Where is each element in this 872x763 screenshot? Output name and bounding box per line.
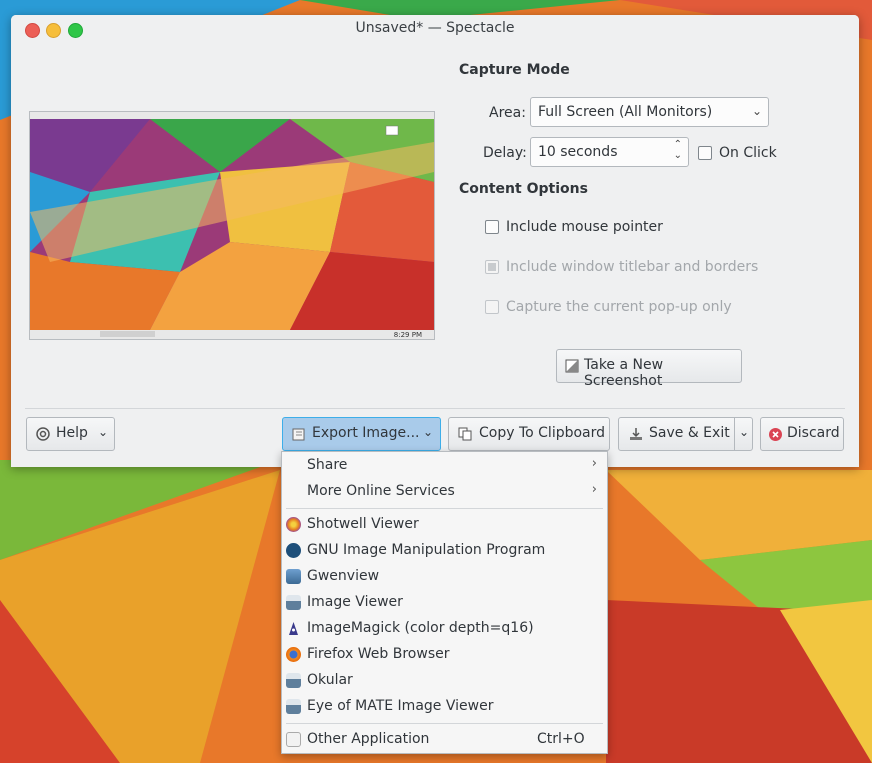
take-new-screenshot-button[interactable]: Take a New Screenshot [556,349,742,389]
save-icon [630,428,642,440]
menu-item-eye-of-mate[interactable]: Eye of MATE Image Viewer [282,694,607,720]
help-icon [36,427,50,441]
include-mouse-pointer-checkbox[interactable] [485,220,499,234]
delay-label: Delay: [483,145,527,161]
export-icon [292,428,305,441]
menu-item-other-application[interactable]: Other Application Ctrl+O [282,727,607,753]
chevron-down-icon: ⌄ [751,104,762,118]
window-title: Unsaved* — Spectacle [355,20,515,36]
chevron-down-icon: ⌄ [98,425,109,439]
menu-item-label: Firefox Web Browser [307,646,450,662]
delay-value: 10 seconds [538,144,618,160]
area-label: Area: [489,105,526,121]
discard-icon [769,428,782,441]
firefox-icon [286,647,301,662]
gimp-icon [286,543,301,558]
take-new-screenshot-label: Take a New Screenshot [584,357,664,389]
split-divider [734,418,735,450]
gwenview-icon [286,569,301,584]
export-menu: Share › More Online Services › Shotwell … [281,451,608,754]
menu-item-more-online-services[interactable]: More Online Services › [282,479,607,505]
copy-icon [458,427,472,441]
content-options-heading: Content Options [459,181,588,197]
menu-item-imagemagick[interactable]: ImageMagick (color depth=q16) [282,616,607,642]
delay-spinbox[interactable]: 10 seconds ⌃ ⌄ [530,137,689,167]
menu-separator [286,723,603,724]
menu-item-label: ImageMagick (color depth=q16) [307,620,534,636]
shotwell-icon [286,517,301,532]
divider [25,408,845,409]
chevron-down-icon[interactable]: ⌄ [739,425,749,439]
menu-separator [286,508,603,509]
include-titlebar-label: Include window titlebar and borders [506,259,759,275]
on-click-checkbox[interactable] [698,146,712,160]
area-value: Full Screen (All Monitors) [538,104,713,120]
on-click-label: On Click [719,145,777,161]
spectacle-window: Unsaved* — Spectacle 8:29 PM Capture Mod… [11,15,859,467]
menu-item-firefox[interactable]: Firefox Web Browser [282,642,607,668]
copy-to-clipboard-label: Copy To Clipboard [479,425,606,441]
eye-of-mate-icon [286,699,301,714]
export-image-label: Export Image... [312,425,420,441]
screenshot-preview[interactable]: 8:29 PM [29,111,435,340]
capture-popup-only-checkbox[interactable] [485,300,499,314]
menu-item-gimp[interactable]: GNU Image Manipulation Program [282,538,607,564]
preview-clock: 8:29 PM [394,331,422,339]
screenshot-icon [565,359,579,373]
save-and-exit-label: Save & Exit [649,425,730,441]
menu-item-label: Eye of MATE Image Viewer [307,698,494,714]
menu-item-label: GNU Image Manipulation Program [307,542,546,558]
discard-button[interactable]: Discard [760,417,844,451]
discard-label: Discard [787,425,840,441]
capture-mode-heading: Capture Mode [459,62,570,78]
menu-item-shortcut: Ctrl+O [537,731,585,747]
help-button[interactable]: Help ⌄ [26,417,115,451]
menu-item-share[interactable]: Share › [282,453,607,479]
image-viewer-icon [286,595,301,610]
spin-arrows-icon[interactable]: ⌃ ⌄ [674,139,682,161]
other-application-icon [286,732,301,747]
menu-item-label: Gwenview [307,568,380,584]
menu-item-label: Image Viewer [307,594,403,610]
area-combobox[interactable]: Full Screen (All Monitors) ⌄ [530,97,769,127]
copy-to-clipboard-button[interactable]: Copy To Clipboard [448,417,610,451]
menu-item-label: Share [307,457,348,473]
include-mouse-pointer-label: Include mouse pointer [506,219,663,235]
export-image-button[interactable]: Export Image... ⌄ [282,417,441,451]
capture-popup-only-label: Capture the current pop-up only [506,299,732,315]
menu-item-label: Shotwell Viewer [307,516,419,532]
menu-item-image-viewer[interactable]: Image Viewer [282,590,607,616]
menu-item-label: Other Application [307,731,430,747]
menu-item-label: Okular [307,672,353,688]
menu-item-shotwell[interactable]: Shotwell Viewer [282,512,607,538]
menu-item-okular[interactable]: Okular [282,668,607,694]
chevron-down-icon: ⌄ [423,425,434,439]
okular-icon [286,673,301,688]
menu-item-gwenview[interactable]: Gwenview [282,564,607,590]
menu-item-label: More Online Services [307,483,455,499]
chevron-right-icon: › [591,482,597,497]
save-and-exit-button[interactable]: Save & Exit ⌄ [618,417,753,451]
include-titlebar-checkbox[interactable] [485,260,499,274]
help-label: Help [56,425,88,441]
imagemagick-icon [289,622,298,635]
chevron-right-icon: › [591,456,597,471]
title-bar: Unsaved* — Spectacle [11,15,859,45]
